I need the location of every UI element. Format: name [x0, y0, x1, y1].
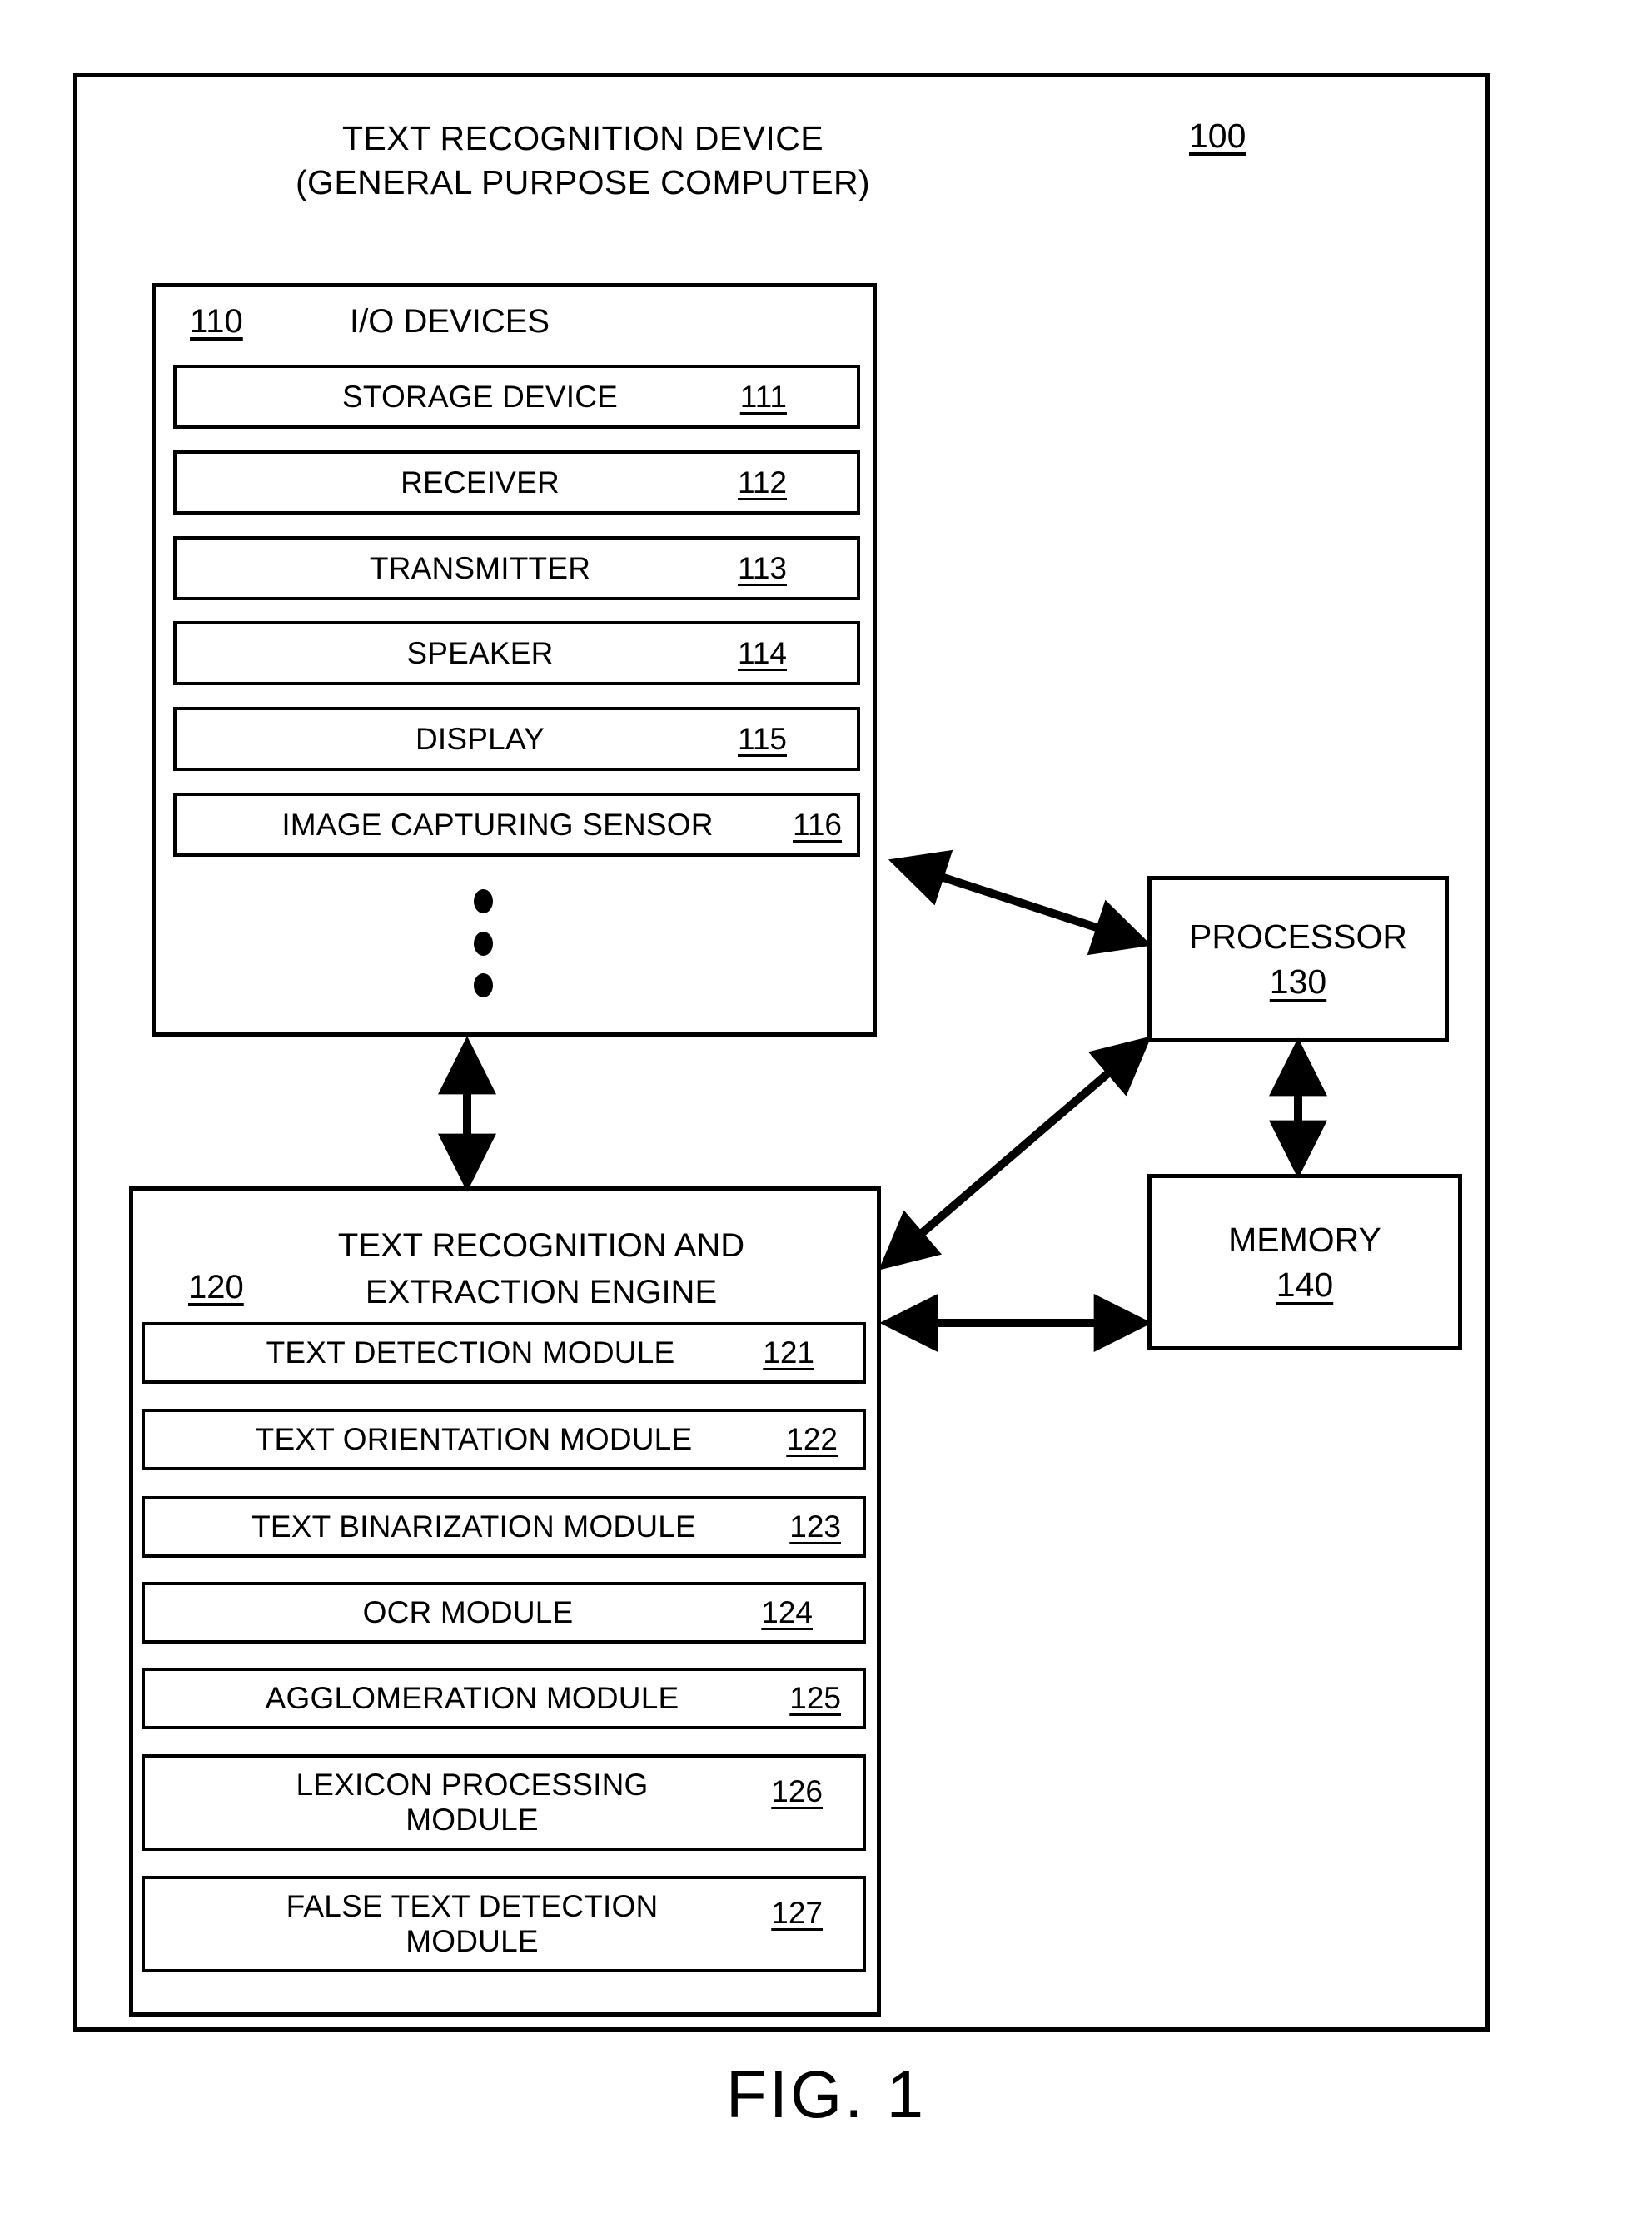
figure-caption: FIG. 1	[725, 2057, 927, 2131]
connector-io-to-processor	[888, 849, 1152, 956]
patent-figure-page: TEXT RECOGNITION DEVICE (GENERAL PURPOSE…	[0, 0, 1652, 2218]
connector-layer	[438, 849, 1327, 1352]
connector-engine-to-processor	[878, 1036, 1152, 1271]
